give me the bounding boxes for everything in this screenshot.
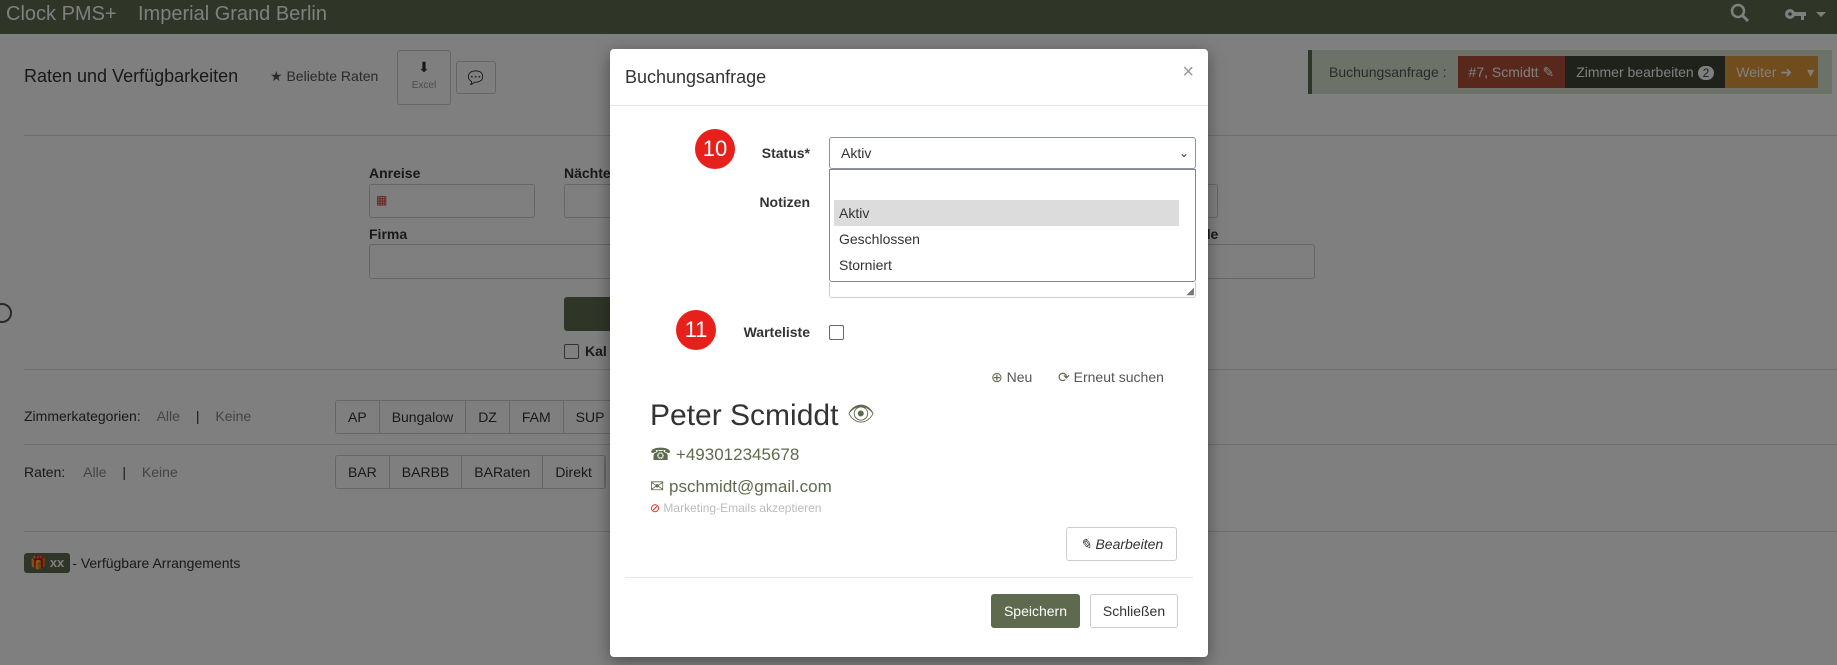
- status-select-value: Aktiv: [841, 145, 872, 161]
- plus-circle-icon: ⊕: [991, 369, 1003, 385]
- booking-request-modal: Buchungsanfrage × 10 Status* Aktiv ⌄ Not…: [610, 49, 1208, 657]
- search-again-link[interactable]: ⟳ Erneut suchen: [1058, 369, 1164, 386]
- customer-name-row: Peter Scmiddt 👁: [650, 399, 875, 433]
- status-option-geschlossen[interactable]: Geschlossen: [834, 226, 1179, 252]
- marketing-consent-text: Marketing-Emails akzeptieren: [663, 501, 822, 515]
- customer-phone-row: ☎ +493012345678: [650, 445, 799, 465]
- pencil-icon: ✎: [1079, 536, 1092, 552]
- waitlist-checkbox[interactable]: [829, 325, 844, 340]
- customer-email[interactable]: pschmidt@gmail.com: [669, 477, 832, 496]
- phone-icon: ☎: [650, 445, 672, 464]
- modal-title: Buchungsanfrage: [625, 67, 767, 87]
- modal-footer-divider: [625, 577, 1193, 578]
- marketing-consent-row: ⊘ Marketing-Emails akzeptieren: [650, 501, 821, 515]
- notes-label: Notizen: [759, 194, 810, 210]
- close-icon[interactable]: ×: [1182, 61, 1194, 84]
- save-button[interactable]: Speichern: [991, 594, 1080, 628]
- chevron-down-icon: ⌄: [1178, 146, 1189, 160]
- search-again-label: Erneut suchen: [1073, 369, 1164, 385]
- status-select[interactable]: Aktiv ⌄: [829, 137, 1196, 169]
- status-dropdown-list: Aktiv Geschlossen Storniert: [829, 169, 1196, 282]
- eye-icon[interactable]: 👁: [847, 401, 875, 426]
- status-label: Status*: [761, 145, 810, 161]
- notes-textarea[interactable]: ◢: [829, 282, 1196, 298]
- new-customer-link[interactable]: ⊕ Neu: [991, 369, 1032, 386]
- ban-icon: ⊘: [650, 501, 661, 515]
- status-option-storniert[interactable]: Storniert: [834, 252, 1179, 278]
- customer-phone[interactable]: +493012345678: [676, 445, 799, 464]
- close-button[interactable]: Schließen: [1090, 594, 1178, 628]
- customer-email-row: ✉ pschmidt@gmail.com: [650, 477, 832, 497]
- envelope-icon: ✉: [650, 477, 665, 496]
- new-customer-label: Neu: [1006, 369, 1033, 385]
- status-option-aktiv[interactable]: Aktiv: [834, 200, 1179, 226]
- customer-name: Peter Scmiddt: [650, 399, 839, 432]
- resize-handle-icon[interactable]: ◢: [1186, 287, 1194, 297]
- edit-customer-button[interactable]: ✎ Bearbeiten: [1066, 527, 1177, 561]
- refresh-icon: ⟳: [1058, 369, 1070, 385]
- modal-header-divider: [610, 105, 1208, 106]
- waitlist-label: Warteliste: [743, 324, 810, 340]
- edit-customer-label: Bearbeiten: [1095, 536, 1164, 552]
